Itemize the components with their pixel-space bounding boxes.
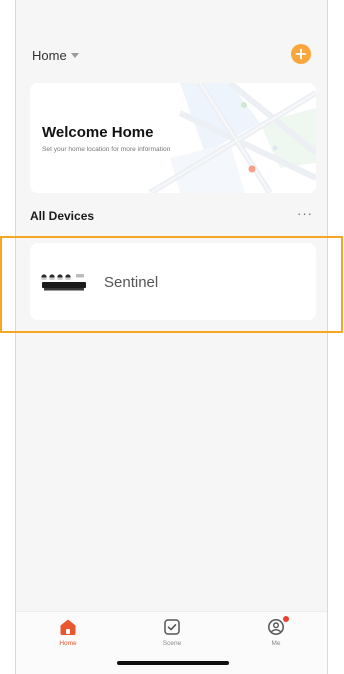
welcome-card[interactable]: Welcome Home Set your home location for … xyxy=(30,83,316,193)
tab-home-label: Home xyxy=(59,640,77,647)
tab-home[interactable]: Home xyxy=(38,618,98,647)
notification-badge xyxy=(283,616,289,622)
tab-scene[interactable]: Scene xyxy=(142,618,202,647)
home-icon xyxy=(60,619,76,635)
profile-icon xyxy=(268,619,284,635)
home-selector[interactable]: Home xyxy=(32,45,79,65)
plus-icon xyxy=(295,48,307,60)
scene-checkbox-icon xyxy=(164,619,180,635)
tab-me-label: Me xyxy=(271,640,281,647)
welcome-subtitle: Set your home location for more informat… xyxy=(42,146,171,153)
welcome-title: Welcome Home xyxy=(42,124,154,141)
home-indicator xyxy=(117,661,229,665)
device-card-sentinel[interactable]: Sentinel xyxy=(30,243,316,320)
all-devices-heading: All Devices xyxy=(30,209,95,223)
camera-system-icon xyxy=(41,274,86,291)
add-button[interactable] xyxy=(291,44,311,64)
tab-scene-label: Scene xyxy=(162,640,182,647)
caret-down-icon xyxy=(70,53,79,58)
more-options-button[interactable]: ··· xyxy=(297,206,313,221)
device-name: Sentinel xyxy=(104,274,159,291)
home-title: Home xyxy=(32,47,67,63)
tab-me[interactable]: Me xyxy=(246,616,306,647)
app-screen: Home Welcome Home Set your home location… xyxy=(15,0,328,674)
